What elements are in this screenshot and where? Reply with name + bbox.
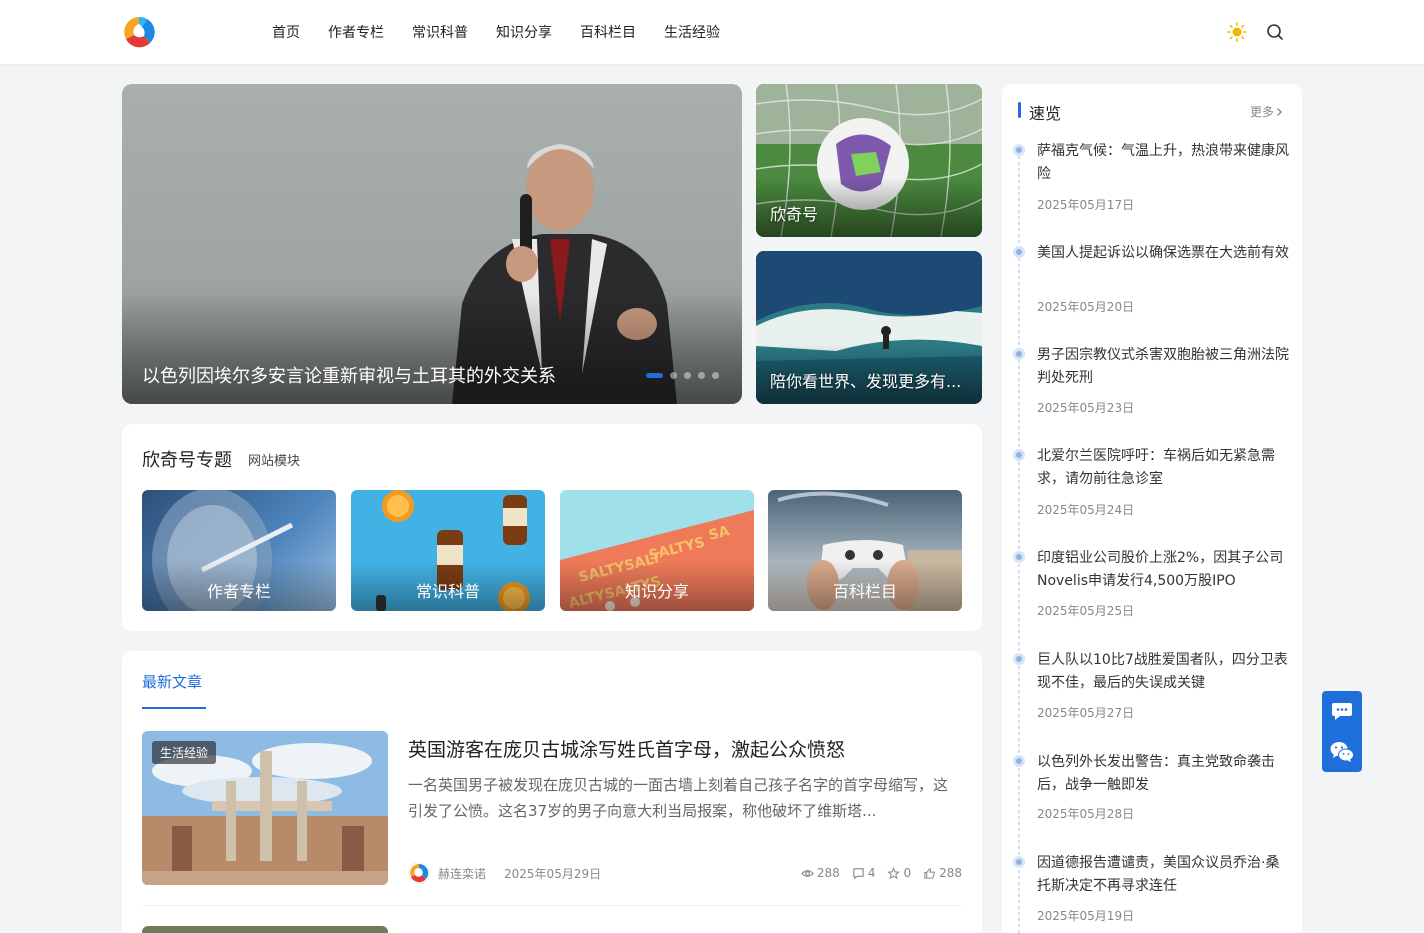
topic-label: 常识科普: [415, 582, 480, 601]
slider-dot[interactable]: [646, 373, 663, 378]
hero-slider[interactable]: 以色列因埃尔多安言论重新审视与土耳其的外交关系: [122, 84, 742, 404]
floating-contact-bar: [1322, 691, 1362, 772]
nav-item-knowledge[interactable]: 知识分享: [496, 22, 552, 42]
sidebar-item-date: 2025年05月17日: [1037, 198, 1135, 212]
post-date: 2025年05月29日: [504, 866, 602, 881]
more-label: 更多: [1249, 105, 1274, 119]
latest-articles: 最新文章 生活经验 英国游客在庞贝古城涂写姓氏首字母，激起公众愤怒 一名英国男子…: [122, 651, 982, 933]
nav-item-home[interactable]: 首页: [272, 22, 300, 42]
site-logo[interactable]: [122, 15, 156, 49]
post-title[interactable]: 英国游客在庞贝古城涂写姓氏首字母，激起公众愤怒: [408, 735, 845, 762]
post-thumbnail[interactable]: 生活经验: [142, 731, 388, 885]
side-card-label: 陪你看世界、发现更多有...: [770, 372, 962, 391]
sidebar-item-title[interactable]: 以色列外长发出警告：真主党致命袭击后，战争一触即发: [1037, 751, 1289, 796]
more-link[interactable]: 更多: [1250, 103, 1284, 120]
topic-card-science[interactable]: 常识科普: [351, 490, 545, 611]
nav-item-science[interactable]: 常识科普: [412, 22, 468, 42]
sidebar-item-title[interactable]: 萨福克气候：气温上升，热浪带来健康风险: [1037, 140, 1289, 185]
topic-card-author[interactable]: 作者专栏: [142, 490, 336, 611]
sidebar-item-title[interactable]: 因道德报告遭谴责，美国众议员乔治·桑托斯决定不再寻求连任: [1037, 852, 1289, 897]
favorites-count: 0: [903, 866, 912, 880]
sidebar-item-date: 2025年05月19日: [1037, 909, 1135, 923]
comment-button[interactable]: [1322, 691, 1362, 731]
timeline-node: [1013, 551, 1025, 563]
nav-item-encyclopedia[interactable]: 百科栏目: [580, 22, 636, 42]
eye-icon: [801, 869, 814, 877]
sidebar-item-title[interactable]: 男子因宗教仪式杀害双胞胎被三角洲法院判处死刑: [1037, 344, 1289, 389]
quick-view-sidebar: 速览 更多 萨福克气候：气温上升，热浪带来健康风险 2025年05月17日 美国…: [1002, 84, 1302, 933]
sidebar-item-date: 2025年05月23日: [1037, 401, 1135, 415]
tab-latest[interactable]: 最新文章: [142, 671, 202, 692]
comments-stat[interactable]: 4: [852, 866, 876, 880]
sidebar-item-title[interactable]: 美国人提起诉讼以确保选票在大选前有效: [1037, 242, 1289, 265]
timeline-node: [1013, 856, 1025, 868]
topic-card-knowledge[interactable]: SA SALTYS SALTYSALT ALTYSALTYS 知识分享: [560, 490, 754, 611]
topic-label: 知识分享: [624, 582, 689, 601]
side-card-soccer[interactable]: 欣奇号: [756, 84, 982, 237]
comment-icon: [853, 867, 864, 879]
side-card-surf[interactable]: 陪你看世界、发现更多有...: [756, 251, 982, 404]
timeline-node: [1013, 348, 1025, 360]
likes-count: 288: [939, 866, 962, 880]
site-header: 首页 作者专栏 常识科普 知识分享 百科栏目 生活经验: [0, 0, 1424, 64]
timeline-node: [1013, 755, 1025, 767]
comments-count: 4: [867, 866, 876, 880]
comment-icon: [1332, 703, 1352, 720]
post-thumbnail[interactable]: [142, 926, 388, 933]
chevron-right-icon: [1277, 107, 1282, 116]
sidebar-item-title[interactable]: 巨人队以10比7战胜爱国者队，四分卫表现不佳，最后的失误成关键: [1037, 649, 1289, 694]
wechat-icon: [1330, 742, 1354, 762]
sidebar-item-title[interactable]: 印度铝业公司股价上涨2%，因其子公司Novelis申请发行4,500万股IPO: [1037, 547, 1289, 592]
topics-subtitle: 网站模块: [248, 454, 301, 469]
tab-underline: [142, 707, 206, 709]
slider-dots: [646, 372, 726, 379]
topic-label: 百科栏目: [832, 582, 897, 601]
side-card-label: 欣奇号: [770, 205, 819, 224]
sidebar-item-date: 2025年05月27日: [1037, 706, 1135, 720]
slider-dot[interactable]: [670, 372, 677, 379]
topic-card-encyclopedia[interactable]: 百科栏目: [768, 490, 962, 611]
post-divider: [142, 905, 962, 906]
sidebar-item-date: 2025年05月20日: [1037, 300, 1135, 314]
wechat-button[interactable]: [1322, 732, 1362, 772]
topics-title: 欣奇号专题: [142, 450, 232, 471]
timeline-line: [1018, 144, 1020, 933]
slider-dot[interactable]: [712, 372, 719, 379]
author-avatar[interactable]: [408, 862, 430, 884]
post-meta: 赫连栾诺 2025年05月29日 288 4 0 288: [408, 861, 962, 885]
likes-stat[interactable]: 288: [923, 866, 962, 880]
slider-title[interactable]: 以色列因埃尔多安言论重新审视与土耳其的外交关系: [142, 362, 556, 388]
views-count: 288: [816, 866, 840, 880]
sidebar-item-date: 2025年05月25日: [1037, 604, 1135, 618]
favorites-stat[interactable]: 0: [887, 866, 911, 880]
search-icon[interactable]: [1265, 22, 1285, 42]
sidebar-item-date: 2025年05月24日: [1037, 503, 1135, 517]
slider-dot[interactable]: [698, 372, 705, 379]
sun-icon[interactable]: [1227, 22, 1247, 42]
nav-item-life-tips[interactable]: 生活经验: [664, 22, 720, 42]
sidebar-title: 速览: [1029, 104, 1062, 123]
slider-dot[interactable]: [684, 372, 691, 379]
nav-item-author-column[interactable]: 作者专栏: [328, 22, 384, 42]
topics-section: 欣奇号专题 网站模块 作者专栏 常识科普 SA SALTYS SALTYSALT: [122, 424, 982, 631]
timeline-node: [1013, 653, 1025, 665]
post-category-tag[interactable]: 生活经验: [152, 741, 217, 764]
sidebar-title-bar: [1018, 102, 1021, 118]
sidebar-item-title[interactable]: 北爱尔兰医院呼吁：车祸后如无紧急需求，请勿前往急诊室: [1037, 445, 1289, 490]
timeline-node: [1013, 246, 1025, 258]
star-icon: [887, 866, 901, 879]
sidebar-item-date: 2025年05月28日: [1037, 807, 1135, 821]
topic-label: 作者专栏: [206, 582, 271, 601]
timeline-node: [1013, 449, 1025, 461]
timeline-node: [1013, 144, 1025, 156]
views-stat: 288: [801, 866, 840, 880]
post-stats: 288 4 0 288: [789, 866, 962, 880]
post-excerpt: 一名英国男子被发现在庞贝古城的一面古墙上刻着自己孩子名字的首字母缩写，这引发了公…: [408, 776, 949, 820]
main-nav: 首页 作者专栏 常识科普 知识分享 百科栏目 生活经验: [258, 0, 734, 64]
thumbs-up-icon: [924, 867, 935, 879]
post-author[interactable]: 赫连栾诺: [438, 865, 486, 882]
